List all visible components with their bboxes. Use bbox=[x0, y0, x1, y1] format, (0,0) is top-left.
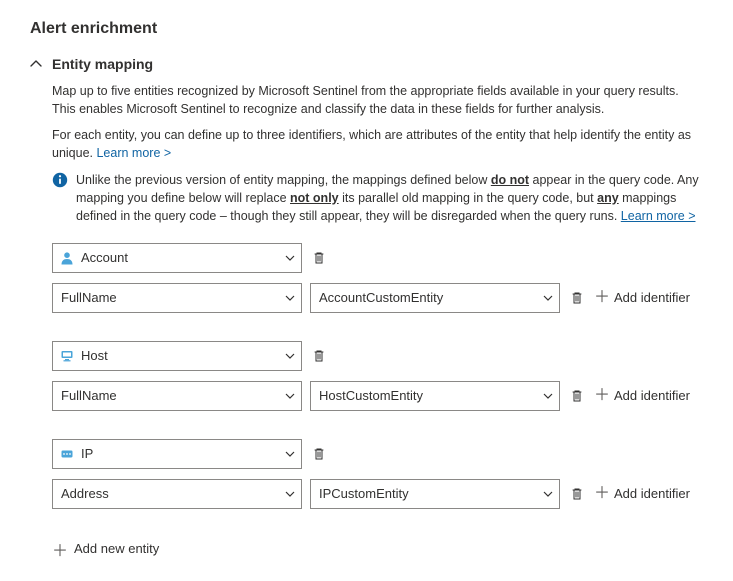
chevron-up-icon bbox=[30, 58, 42, 70]
page-title: Alert enrichment bbox=[30, 20, 703, 38]
add-identifier-button[interactable]: ＋ Add identifier bbox=[594, 290, 690, 306]
chevron-down-icon bbox=[285, 391, 295, 401]
plus-icon: ＋ bbox=[594, 388, 610, 404]
entity-block: Host FullName HostCustomEntity ＋ Add bbox=[52, 341, 703, 411]
chevron-down-icon bbox=[285, 293, 295, 303]
entity-type-select[interactable]: IP bbox=[52, 439, 302, 469]
section-description-2: For each entity, you can define up to th… bbox=[52, 126, 703, 162]
entity-mapping-toggle[interactable]: Entity mapping bbox=[30, 56, 703, 72]
delete-identifier-button[interactable] bbox=[568, 485, 586, 503]
ip-icon bbox=[59, 446, 75, 462]
add-identifier-button[interactable]: ＋ Add identifier bbox=[594, 388, 690, 404]
delete-identifier-button[interactable] bbox=[568, 289, 586, 307]
chevron-down-icon bbox=[285, 253, 295, 263]
chevron-down-icon bbox=[285, 489, 295, 499]
user-icon bbox=[59, 250, 75, 266]
attribute-select[interactable]: FullName bbox=[52, 283, 302, 313]
delete-entity-button[interactable] bbox=[310, 445, 328, 463]
learn-more-link-2[interactable]: Learn more > bbox=[621, 209, 696, 223]
entity-type-select[interactable]: Account bbox=[52, 243, 302, 273]
delete-entity-button[interactable] bbox=[310, 347, 328, 365]
entity-block: IP Address IPCustomEntity ＋ Add ident bbox=[52, 439, 703, 509]
chevron-down-icon bbox=[543, 489, 553, 499]
field-select[interactable]: IPCustomEntity bbox=[310, 479, 560, 509]
learn-more-link[interactable]: Learn more > bbox=[96, 146, 171, 160]
section-title: Entity mapping bbox=[52, 56, 153, 72]
chevron-down-icon bbox=[285, 449, 295, 459]
field-select[interactable]: AccountCustomEntity bbox=[310, 283, 560, 313]
delete-entity-button[interactable] bbox=[310, 249, 328, 267]
plus-icon: ＋ bbox=[594, 290, 610, 306]
info-icon bbox=[52, 172, 68, 188]
section-description-1: Map up to five entities recognized by Mi… bbox=[52, 82, 703, 118]
add-identifier-button[interactable]: ＋ Add identifier bbox=[594, 486, 690, 502]
attribute-select[interactable]: FullName bbox=[52, 381, 302, 411]
host-icon bbox=[59, 348, 75, 364]
add-new-entity-button[interactable]: ＋ Add new entity bbox=[52, 537, 703, 561]
entity-type-select[interactable]: Host bbox=[52, 341, 302, 371]
chevron-down-icon bbox=[543, 293, 553, 303]
plus-icon: ＋ bbox=[52, 537, 68, 561]
chevron-down-icon bbox=[543, 391, 553, 401]
field-select[interactable]: HostCustomEntity bbox=[310, 381, 560, 411]
plus-icon: ＋ bbox=[594, 486, 610, 502]
entity-block: Account FullName AccountCustomEntity ＋ bbox=[52, 243, 703, 313]
info-callout: Unlike the previous version of entity ma… bbox=[52, 171, 703, 225]
delete-identifier-button[interactable] bbox=[568, 387, 586, 405]
chevron-down-icon bbox=[285, 351, 295, 361]
attribute-select[interactable]: Address bbox=[52, 479, 302, 509]
